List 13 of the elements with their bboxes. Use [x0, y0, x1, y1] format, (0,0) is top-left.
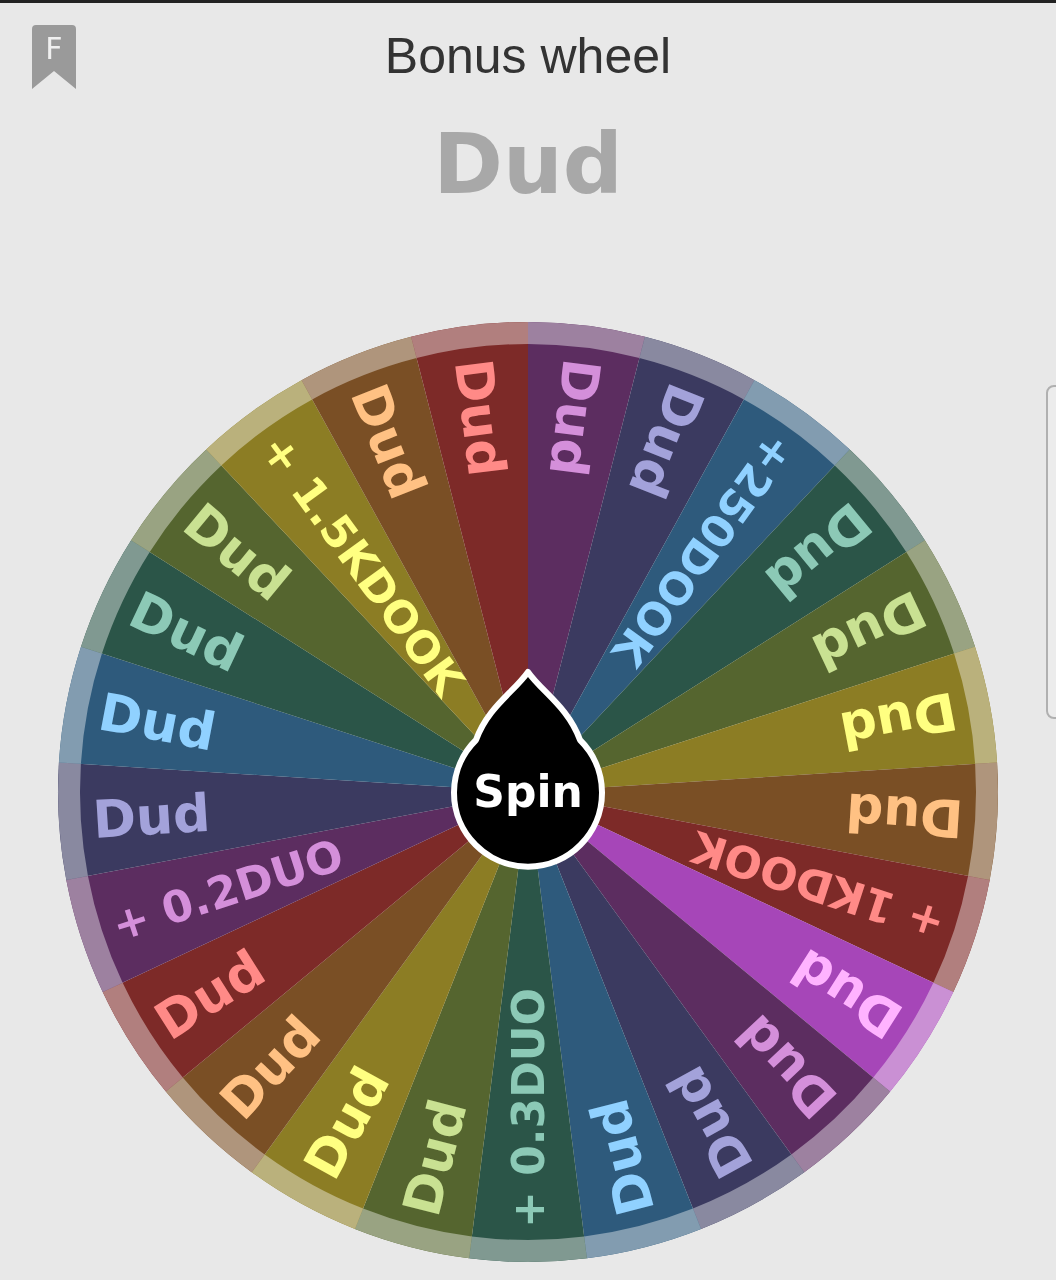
spin-label: Spin — [473, 766, 583, 817]
segment-label: Dud — [91, 782, 212, 851]
segment-label: + 0.3DUO — [502, 988, 554, 1228]
segment-label: Dud — [391, 1093, 479, 1222]
result-text: Dud — [432, 114, 624, 215]
window-title: Bonus wheel — [384, 27, 672, 85]
bookmark-letter: F — [44, 31, 64, 67]
segment-label: Dud — [578, 1092, 667, 1222]
segment-label: Dud — [537, 355, 612, 480]
segment-label: Dud — [442, 355, 518, 480]
segment-label: Dud — [93, 681, 221, 763]
segment-label: Dud — [835, 680, 962, 762]
bookmark-icon[interactable]: F — [32, 25, 76, 89]
